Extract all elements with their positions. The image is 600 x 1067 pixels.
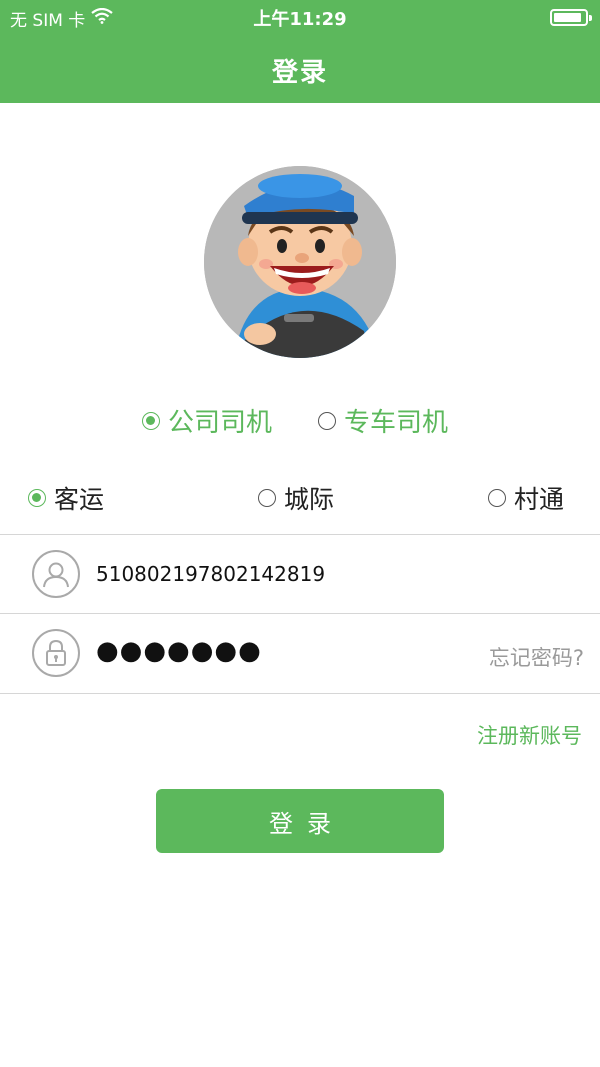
- password-row: ●●●●●●● 忘记密码?: [0, 614, 600, 692]
- driver-type-group: 公司司机 专车司机: [0, 400, 600, 439]
- battery-fill: [554, 13, 581, 22]
- register-link[interactable]: 注册新账号: [477, 720, 582, 750]
- radio-selected-icon: [142, 411, 160, 430]
- driver-type-private[interactable]: 专车司机: [318, 402, 448, 439]
- service-type-intercity-label: 城际: [284, 485, 335, 514]
- radio-unselected-icon: [258, 489, 276, 507]
- service-type-group: 客运 城际 村通: [0, 478, 600, 514]
- page-title: 登录: [271, 58, 328, 88]
- radio-unselected-icon: [488, 489, 506, 507]
- forgot-password-link[interactable]: 忘记密码?: [489, 642, 584, 672]
- login-button[interactable]: 登录: [156, 789, 444, 853]
- account-row: [0, 535, 600, 613]
- password-input[interactable]: ●●●●●●●: [96, 636, 262, 666]
- status-bar: 无 SIM 卡 上午11:29: [0, 0, 600, 34]
- radio-selected-icon: [28, 489, 46, 507]
- account-input[interactable]: [96, 557, 456, 591]
- user-icon: [32, 550, 80, 598]
- service-type-passenger[interactable]: 客运: [28, 480, 104, 516]
- service-type-intercity[interactable]: 城际: [258, 480, 334, 516]
- divider: [0, 693, 600, 694]
- radio-unselected-icon: [318, 411, 336, 430]
- app-header: 无 SIM 卡 上午11:29 登录: [0, 0, 600, 103]
- status-time: 上午11:29: [253, 9, 347, 30]
- driver-avatar: [204, 166, 396, 358]
- driver-avatar-illustration: [204, 166, 396, 358]
- service-type-village[interactable]: 村通: [488, 480, 564, 516]
- driver-type-company[interactable]: 公司司机: [142, 402, 272, 439]
- service-type-village-label: 村通: [514, 485, 565, 514]
- driver-type-private-label: 专车司机: [344, 408, 449, 438]
- driver-type-company-label: 公司司机: [168, 408, 273, 438]
- battery-icon: [550, 9, 592, 26]
- lock-icon: [32, 629, 80, 677]
- service-type-passenger-label: 客运: [54, 485, 105, 514]
